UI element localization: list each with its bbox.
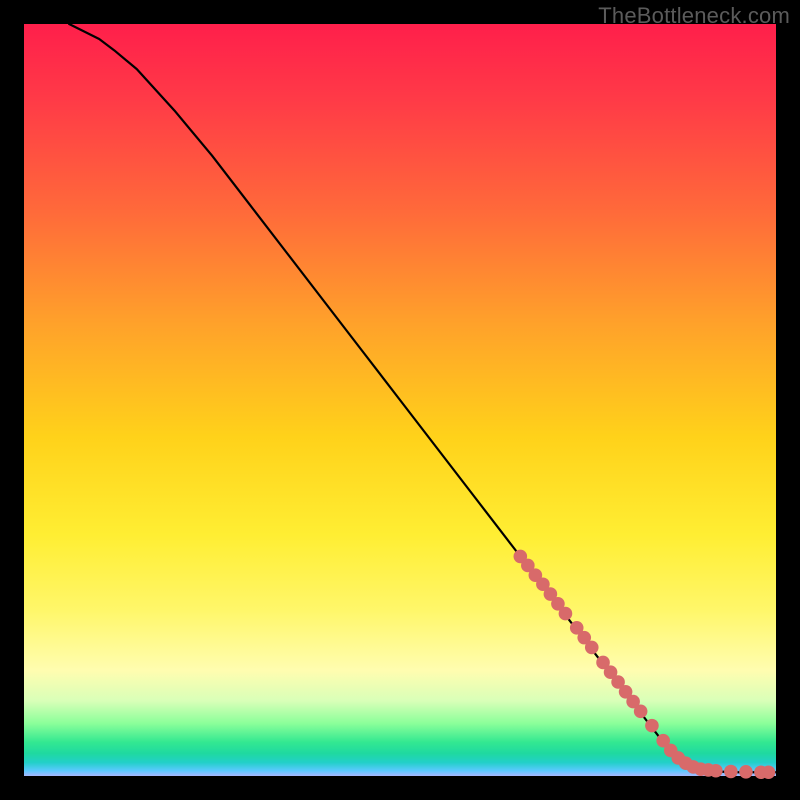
chart-frame: TheBottleneck.com	[0, 0, 800, 800]
curve-line	[69, 24, 776, 772]
data-point	[762, 765, 776, 779]
plot-area	[24, 24, 776, 776]
data-point	[724, 765, 738, 779]
chart-svg	[24, 24, 776, 776]
data-point	[645, 719, 659, 733]
data-point	[739, 765, 753, 779]
data-point	[634, 705, 648, 719]
watermark-text: TheBottleneck.com	[598, 3, 790, 29]
data-point	[709, 764, 723, 778]
data-point	[559, 607, 573, 621]
points-group	[514, 550, 776, 779]
data-point	[585, 641, 599, 655]
